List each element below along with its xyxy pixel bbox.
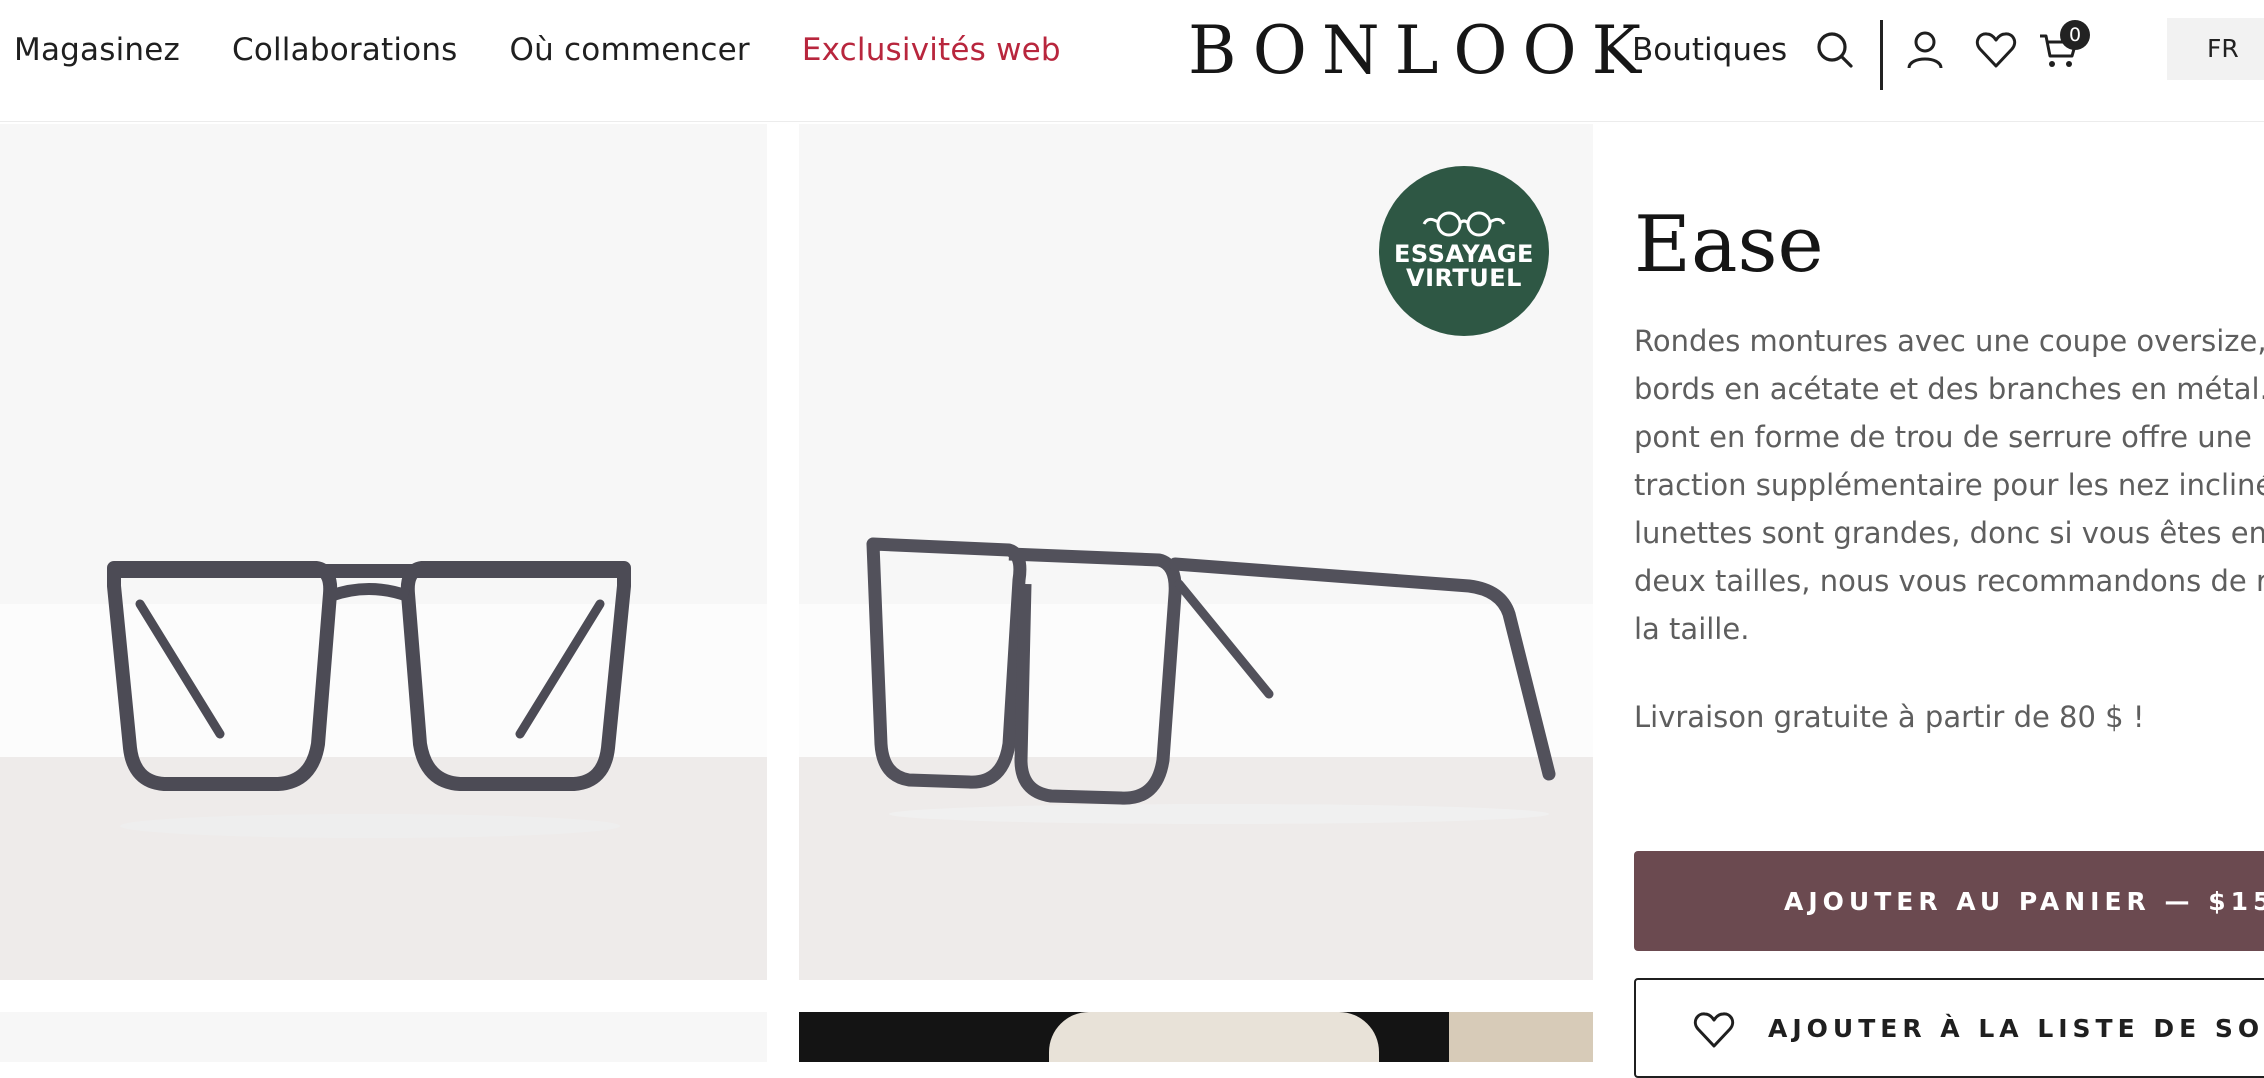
product-description: Rondes montures avec une coupe oversize,… bbox=[1634, 317, 2264, 653]
search-icon[interactable] bbox=[1813, 28, 1857, 72]
description-line: lunettes sont grandes, donc si vous êtes… bbox=[1634, 516, 2264, 550]
product-image-3[interactable] bbox=[0, 1012, 767, 1062]
product-image-front[interactable] bbox=[0, 124, 767, 980]
glasses-icon bbox=[1422, 211, 1506, 237]
description-line: pont en forme de trou de serrure offre u… bbox=[1634, 420, 2252, 454]
brand-logo[interactable]: BONLOOK bbox=[1188, 14, 1656, 88]
nav-item-collaborations[interactable]: Collaborations bbox=[232, 32, 458, 68]
glasses-front-illustration bbox=[107, 561, 631, 838]
account-icon[interactable] bbox=[1903, 28, 1947, 72]
nav-item-magasinez[interactable]: Magasinez bbox=[14, 32, 180, 68]
badge-line-2: VIRTUEL bbox=[1406, 264, 1522, 292]
description-line: Rondes montures avec une coupe oversize,… bbox=[1634, 324, 2264, 358]
wishlist-button-label: AJOUTER À LA LISTE DE SOUHA bbox=[1768, 1014, 2264, 1043]
product-image-4[interactable] bbox=[799, 1012, 1593, 1062]
heart-icon[interactable] bbox=[1974, 28, 2018, 72]
description-line: bords en acétate et des branches en méta… bbox=[1634, 372, 2264, 406]
badge-line-1: ESSAYAGE bbox=[1394, 240, 1534, 268]
nav-item-exclusivites-web[interactable]: Exclusivités web bbox=[802, 32, 1061, 68]
boutiques-link[interactable]: Boutiques bbox=[1632, 32, 1787, 68]
nav-item-ou-commencer[interactable]: Où commencer bbox=[510, 32, 750, 68]
add-to-cart-button[interactable]: AJOUTER AU PANIER — $159 bbox=[1634, 851, 2264, 951]
product-title: Ease bbox=[1634, 200, 1824, 290]
virtual-try-on-badge[interactable]: ESSAYAGE VIRTUEL bbox=[1379, 166, 1549, 336]
header-divider bbox=[1880, 20, 1883, 90]
add-to-wishlist-button[interactable]: AJOUTER À LA LISTE DE SOUHA bbox=[1634, 978, 2264, 1078]
description-line: la taille. bbox=[1634, 612, 1750, 646]
heart-icon bbox=[1693, 1012, 1735, 1048]
language-selector[interactable]: FR bbox=[2167, 18, 2264, 80]
glasses-side-illustration bbox=[866, 537, 1556, 824]
description-line: traction supplémentaire pour les nez inc… bbox=[1634, 468, 2264, 502]
site-header: Magasinez Collaborations Où commencer Ex… bbox=[0, 0, 2264, 122]
main-nav: Magasinez Collaborations Où commencer Ex… bbox=[14, 0, 1113, 100]
cart-count-badge: 0 bbox=[2060, 20, 2090, 50]
description-line: deux tailles, nous vous recommandons de … bbox=[1634, 564, 2264, 598]
free-shipping-note: Livraison gratuite à partir de 80 $ ! bbox=[1634, 700, 2145, 734]
